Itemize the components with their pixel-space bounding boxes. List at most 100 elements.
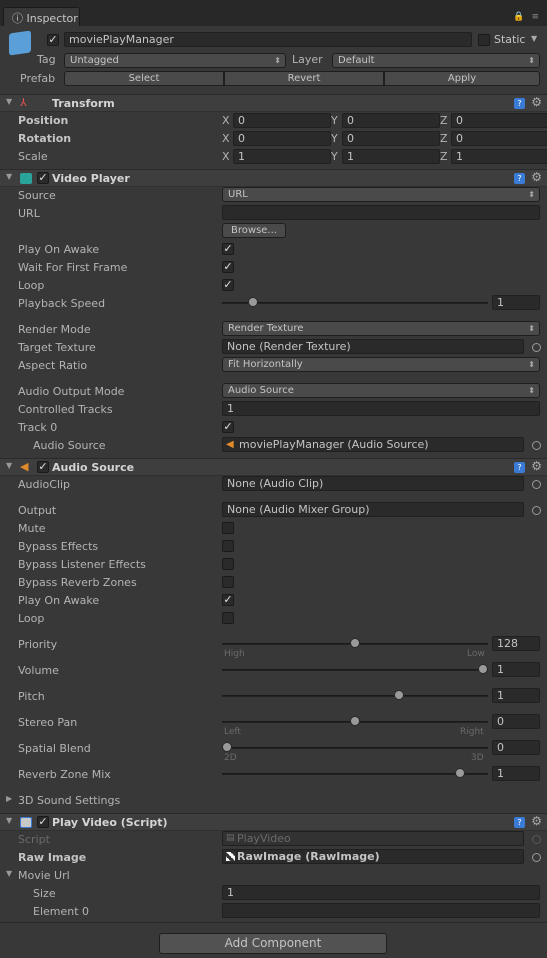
- playback-speed-slider[interactable]: [222, 302, 488, 304]
- spatial-blend-thumb[interactable]: [222, 742, 232, 752]
- size-field[interactable]: 1: [222, 885, 540, 900]
- inspector-icon: ⓘ: [12, 12, 27, 25]
- audio-source-header[interactable]: ▼ ◀ ✓ Audio Source ? ⚙: [0, 458, 547, 476]
- prefab-label: Prefab: [20, 72, 56, 85]
- reverb-mix-thumb[interactable]: [454, 768, 465, 778]
- render-mode-dropdown[interactable]: Render Texture ⬍: [222, 321, 540, 336]
- object-picker-icon[interactable]: [532, 853, 541, 862]
- high-label: High: [224, 649, 245, 659]
- stereo-pan-field[interactable]: 0: [492, 714, 540, 729]
- element0-field[interactable]: [222, 903, 540, 918]
- gear-icon[interactable]: ⚙: [531, 814, 542, 828]
- bypass-reverb-checkbox[interactable]: [222, 576, 234, 588]
- position-y-field[interactable]: 0: [342, 113, 440, 128]
- fold-arrow-icon[interactable]: ▼: [6, 869, 12, 878]
- pitch-field[interactable]: 1: [492, 688, 540, 703]
- playback-speed-thumb[interactable]: [247, 297, 258, 307]
- chevron-down-icon[interactable]: ▼: [531, 34, 537, 43]
- fold-arrow-icon[interactable]: ▼: [6, 172, 12, 181]
- help-icon[interactable]: ?: [514, 817, 525, 828]
- select-button[interactable]: Select: [64, 71, 224, 86]
- fold-arrow-icon[interactable]: ▼: [6, 816, 12, 825]
- gear-icon[interactable]: ⚙: [531, 459, 542, 473]
- help-icon[interactable]: ?: [514, 173, 525, 184]
- lock-menu-icons[interactable]: 🔒 ≡: [513, 12, 541, 22]
- fold-arrow-icon[interactable]: ▼: [6, 97, 12, 106]
- position-x-field[interactable]: 0: [233, 113, 331, 128]
- object-picker-icon[interactable]: [532, 343, 541, 352]
- name-field[interactable]: moviePlayManager: [64, 32, 472, 47]
- object-picker-icon[interactable]: [532, 506, 541, 515]
- audio-output-dropdown[interactable]: Audio Source ⬍: [222, 383, 540, 398]
- active-checkbox[interactable]: ✓: [47, 34, 59, 46]
- volume-field[interactable]: 1: [492, 662, 540, 677]
- playback-speed-field[interactable]: 1: [492, 295, 540, 310]
- pitch-thumb[interactable]: [393, 690, 404, 700]
- scale-y-field[interactable]: 1: [342, 149, 440, 164]
- pitch-slider[interactable]: [222, 695, 488, 697]
- enabled-checkbox[interactable]: ✓: [37, 816, 49, 828]
- audio-play-on-awake-checkbox[interactable]: ✓: [222, 594, 234, 606]
- element0-label: Element 0: [33, 905, 90, 918]
- audio-loop-checkbox[interactable]: [222, 612, 234, 624]
- object-picker-icon[interactable]: [532, 441, 541, 450]
- target-texture-field[interactable]: None (Render Texture): [222, 339, 524, 354]
- play-on-awake-label: Play On Awake: [18, 243, 100, 256]
- volume-thumb[interactable]: [478, 664, 488, 674]
- volume-slider[interactable]: [222, 669, 488, 671]
- apply-button[interactable]: Apply: [384, 71, 540, 86]
- fold-arrow-icon[interactable]: ▶: [6, 794, 12, 803]
- stereo-pan-thumb[interactable]: [350, 716, 360, 726]
- aspect-ratio-dropdown[interactable]: Fit Horizontally ⬍: [222, 357, 540, 372]
- play-on-awake-checkbox[interactable]: ✓: [222, 243, 234, 255]
- track0-checkbox[interactable]: ✓: [222, 421, 234, 433]
- audioclip-field[interactable]: None (Audio Clip): [222, 476, 524, 491]
- wait-first-frame-checkbox[interactable]: ✓: [222, 261, 234, 273]
- movie-url-foldout[interactable]: ▼ Movie Url: [0, 867, 547, 885]
- position-z-field[interactable]: 0: [451, 113, 547, 128]
- enabled-checkbox[interactable]: ✓: [37, 172, 49, 184]
- audio-source-field[interactable]: ◀ moviePlayManager (Audio Source): [222, 437, 524, 452]
- priority-field[interactable]: 128: [492, 636, 540, 651]
- controlled-tracks-field[interactable]: 1: [222, 401, 540, 416]
- add-component-button[interactable]: Add Component: [159, 933, 387, 954]
- fold-arrow-icon[interactable]: ▼: [6, 461, 12, 470]
- mute-checkbox[interactable]: [222, 522, 234, 534]
- loop-checkbox[interactable]: ✓: [222, 279, 234, 291]
- spatial-blend-field[interactable]: 0: [492, 740, 540, 755]
- rotation-y-field[interactable]: 0: [342, 131, 440, 146]
- output-field[interactable]: None (Audio Mixer Group): [222, 502, 524, 517]
- reverb-mix-field[interactable]: 1: [492, 766, 540, 781]
- static-checkbox[interactable]: [478, 34, 490, 46]
- scale-z-field[interactable]: 1: [451, 149, 547, 164]
- layer-dropdown[interactable]: Default ⬍: [332, 53, 540, 68]
- spatial-blend-slider[interactable]: [222, 747, 488, 749]
- target-texture-label: Target Texture: [18, 341, 96, 354]
- rotation-x-field[interactable]: 0: [233, 131, 331, 146]
- bypass-listener-checkbox[interactable]: [222, 558, 234, 570]
- reverb-mix-slider[interactable]: [222, 773, 488, 775]
- priority-thumb[interactable]: [350, 638, 360, 648]
- url-field[interactable]: [222, 205, 540, 220]
- stereo-pan-label: Stereo Pan: [18, 716, 78, 729]
- scale-x-field[interactable]: 1: [233, 149, 331, 164]
- raw-image-field[interactable]: RawImage (RawImage): [222, 849, 524, 864]
- rotation-z-field[interactable]: 0: [451, 131, 547, 146]
- help-icon[interactable]: ?: [514, 462, 525, 473]
- help-icon[interactable]: ?: [514, 98, 525, 109]
- bypass-effects-checkbox[interactable]: [222, 540, 234, 552]
- 3d-sound-foldout[interactable]: ▶ 3D Sound Settings: [0, 792, 547, 810]
- gear-icon[interactable]: ⚙: [531, 170, 542, 184]
- video-player-header[interactable]: ▼ ✓ Video Player ? ⚙: [0, 169, 547, 187]
- render-mode-label: Render Mode: [18, 323, 91, 336]
- transform-header[interactable]: ▼ ⅄ Transform ? ⚙: [0, 94, 547, 112]
- revert-button[interactable]: Revert: [224, 71, 384, 86]
- gear-icon[interactable]: ⚙: [531, 95, 542, 109]
- object-picker-icon[interactable]: [532, 480, 541, 489]
- browse-button[interactable]: Browse...: [222, 223, 286, 238]
- play-video-header[interactable]: ▼ ✓ Play Video (Script) ? ⚙: [0, 813, 547, 831]
- tab-inspector[interactable]: ⓘ Inspector: [3, 7, 80, 26]
- source-dropdown[interactable]: URL ⬍: [222, 187, 540, 202]
- tag-dropdown[interactable]: Untagged ⬍: [64, 53, 286, 68]
- enabled-checkbox[interactable]: ✓: [37, 461, 49, 473]
